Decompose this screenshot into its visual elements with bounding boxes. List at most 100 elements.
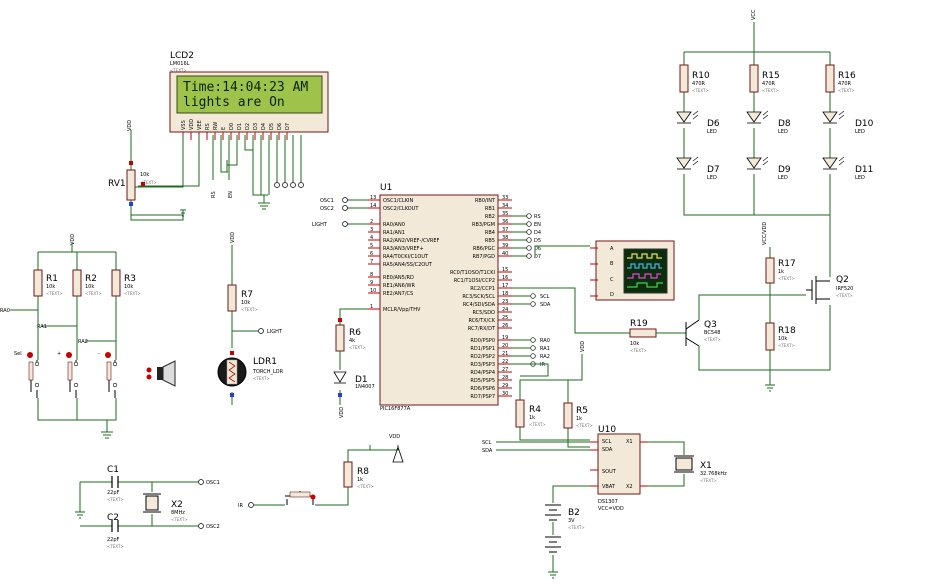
r10-text: <TEXT>: [692, 88, 709, 93]
mcu-pin-num: 10: [370, 288, 376, 294]
lcd-line-1: Time:14:04:23 AM: [183, 80, 308, 95]
q3-value: BC548: [704, 330, 720, 336]
lcd-pin-d5-label: D5: [269, 123, 275, 130]
mcu-pin-name: RB0/INT: [475, 198, 496, 204]
mcu-pin-name: RE2/AN7/CS: [383, 291, 413, 297]
mcu-pin-name: RA5/AN4/SS/C2OUT: [383, 262, 433, 268]
mcu-part: PIC16F877A: [380, 406, 411, 412]
mcu-pin-name: RC0/T1OSO/T1CKI: [450, 270, 495, 276]
r3-text: <TEXT>: [124, 291, 141, 296]
mcu-pin-num: 25: [502, 315, 508, 321]
b2-text: <TEXT>: [568, 525, 585, 530]
ir-label: IR: [238, 503, 243, 509]
lcd-pin-vss-label: VSS: [181, 120, 187, 130]
mcu-light-label: LIGHT: [312, 222, 328, 228]
mcu-pin-num: 14: [370, 203, 376, 209]
lcd-wires: RS EN: [131, 135, 304, 210]
lcd-pin-d1-label: D1: [237, 123, 243, 130]
ir-input: IR R8 1k <TEXT> VDD: [238, 434, 404, 509]
led-icon: [676, 110, 699, 124]
d7-ref: D7: [707, 165, 720, 175]
x1-crystal: [675, 457, 693, 471]
mcu-pin-num: 22: [502, 359, 508, 365]
x2-crystal: [145, 495, 159, 511]
mcu-pin-num: 26: [502, 323, 508, 329]
mcu-pin-num: 17: [502, 283, 508, 289]
mcu-pin-num: 24: [502, 307, 508, 313]
q3-text: <TEXT>: [704, 337, 721, 342]
r5-value: 1k: [576, 416, 582, 422]
mcu-pin-num: 21: [502, 351, 508, 357]
mcu-pin-num: 13: [370, 195, 376, 201]
r3-body: [111, 269, 121, 297]
scope-a: A: [610, 246, 614, 252]
u10-scl-pin: SCL: [602, 439, 612, 445]
x1-value: 32.768kHz: [700, 471, 727, 477]
rtc-vdd-label: VDD: [580, 341, 586, 352]
lcd-line-2: lights are On: [183, 95, 285, 110]
rv1-potentiometer: RV1 10k <TEXT> VDD: [108, 120, 200, 221]
d6-value: LED: [707, 129, 717, 135]
mcu-pin-name: MCLR/Vpp/THV: [383, 307, 421, 313]
btn-vdd-label: VDD: [70, 234, 76, 245]
b2-value: 3V: [568, 518, 575, 524]
mcu-pin-name: RA3/AN3/VREF+: [383, 246, 424, 252]
mcu-pin-name: RD2/PSP2: [470, 354, 495, 360]
u10-x1-pin: X1: [626, 439, 633, 445]
rv1-vdd-label: VDD: [127, 120, 133, 131]
lcd-pin-d2-label: D2: [245, 123, 251, 130]
r5-text: <TEXT>: [576, 423, 593, 428]
mcu-ra2-label: RA2: [540, 354, 550, 360]
mcu-sda-label: SDA: [540, 302, 551, 308]
r17-value: 1k: [778, 269, 784, 275]
d9-ref: D9: [778, 165, 791, 175]
mcu-pin-name: RA2/AN2/VREF-/CVREF: [383, 238, 440, 244]
mcu-pin-name: RB2: [485, 214, 495, 220]
r15-ref: R15: [762, 71, 780, 81]
mcu-pin-num: 4: [370, 235, 373, 241]
speaker-icon: [146, 360, 176, 387]
led-icon: [746, 110, 769, 124]
scope-c: C: [610, 277, 614, 283]
mcu-pin-name: RA1/AN1: [383, 230, 405, 236]
d1-diode: [333, 371, 347, 383]
r4-text: <TEXT>: [529, 422, 546, 427]
x2-text: <TEXT>: [171, 517, 188, 522]
mcu-pin-num: 33: [502, 195, 508, 201]
mcu-pin-name: RB3/PGM: [472, 222, 495, 228]
mcu-pin-name: RD5/PSP5: [470, 378, 495, 384]
rtc-sda-label: SDA: [482, 448, 493, 454]
pic-mcu: U1 PIC16F877A 13 OSC1/CLKIN14 OSC2/CLKOUT2…: [368, 183, 512, 412]
d9-value: LED: [778, 175, 788, 181]
ldr1-value: TORCH_LDR: [252, 369, 284, 375]
oscillator: C1 22pF <TEXT> C2 22pF <TEXT> X2 8MHz <T…: [75, 465, 220, 549]
lcd-pin-vdd-label: VDD: [189, 119, 195, 130]
r5-ref: R5: [576, 406, 588, 416]
lcd-pin-d3-label: D3: [253, 123, 259, 130]
r16-ref: R16: [838, 71, 856, 81]
q3-transistor: [685, 319, 700, 347]
mcu-pin-name: RB1: [485, 206, 495, 212]
mcu-pin-num: 30: [502, 391, 508, 397]
mcu-pin-num: 6: [370, 251, 373, 257]
lcd-pin-rw-label: RW: [213, 122, 219, 130]
r18-ref: R18: [778, 326, 796, 336]
b2-ref: B2: [568, 508, 580, 518]
x2-value: 8MHz: [171, 510, 185, 516]
c2-value: 22pF: [107, 537, 120, 543]
r5-body: [563, 402, 573, 429]
rv1-value: 10k: [140, 172, 149, 178]
r15-value: 470R: [762, 81, 776, 87]
led-array: VCC R10 470R <TEXT> R15 470R <TEXT> R16 …: [676, 9, 874, 216]
btn-ra1-label: RA1: [37, 324, 47, 330]
d10-ref: D10: [855, 119, 874, 129]
led-icon: [746, 156, 769, 170]
mcu-pin-name: RC3/SCK/SCL: [462, 294, 495, 300]
mcu-pin-num: 9: [370, 280, 373, 286]
mcu-pin-name: RD7/PSP7: [470, 394, 495, 400]
q2-ref: Q2: [836, 275, 849, 285]
mcu-pin-num: 39: [502, 243, 508, 249]
mcu-pin-name: RC6/TX/CK: [468, 318, 495, 324]
mcu-pin-num: 19: [502, 335, 508, 341]
mcu-pin-name: RA0/AN0: [383, 222, 405, 228]
